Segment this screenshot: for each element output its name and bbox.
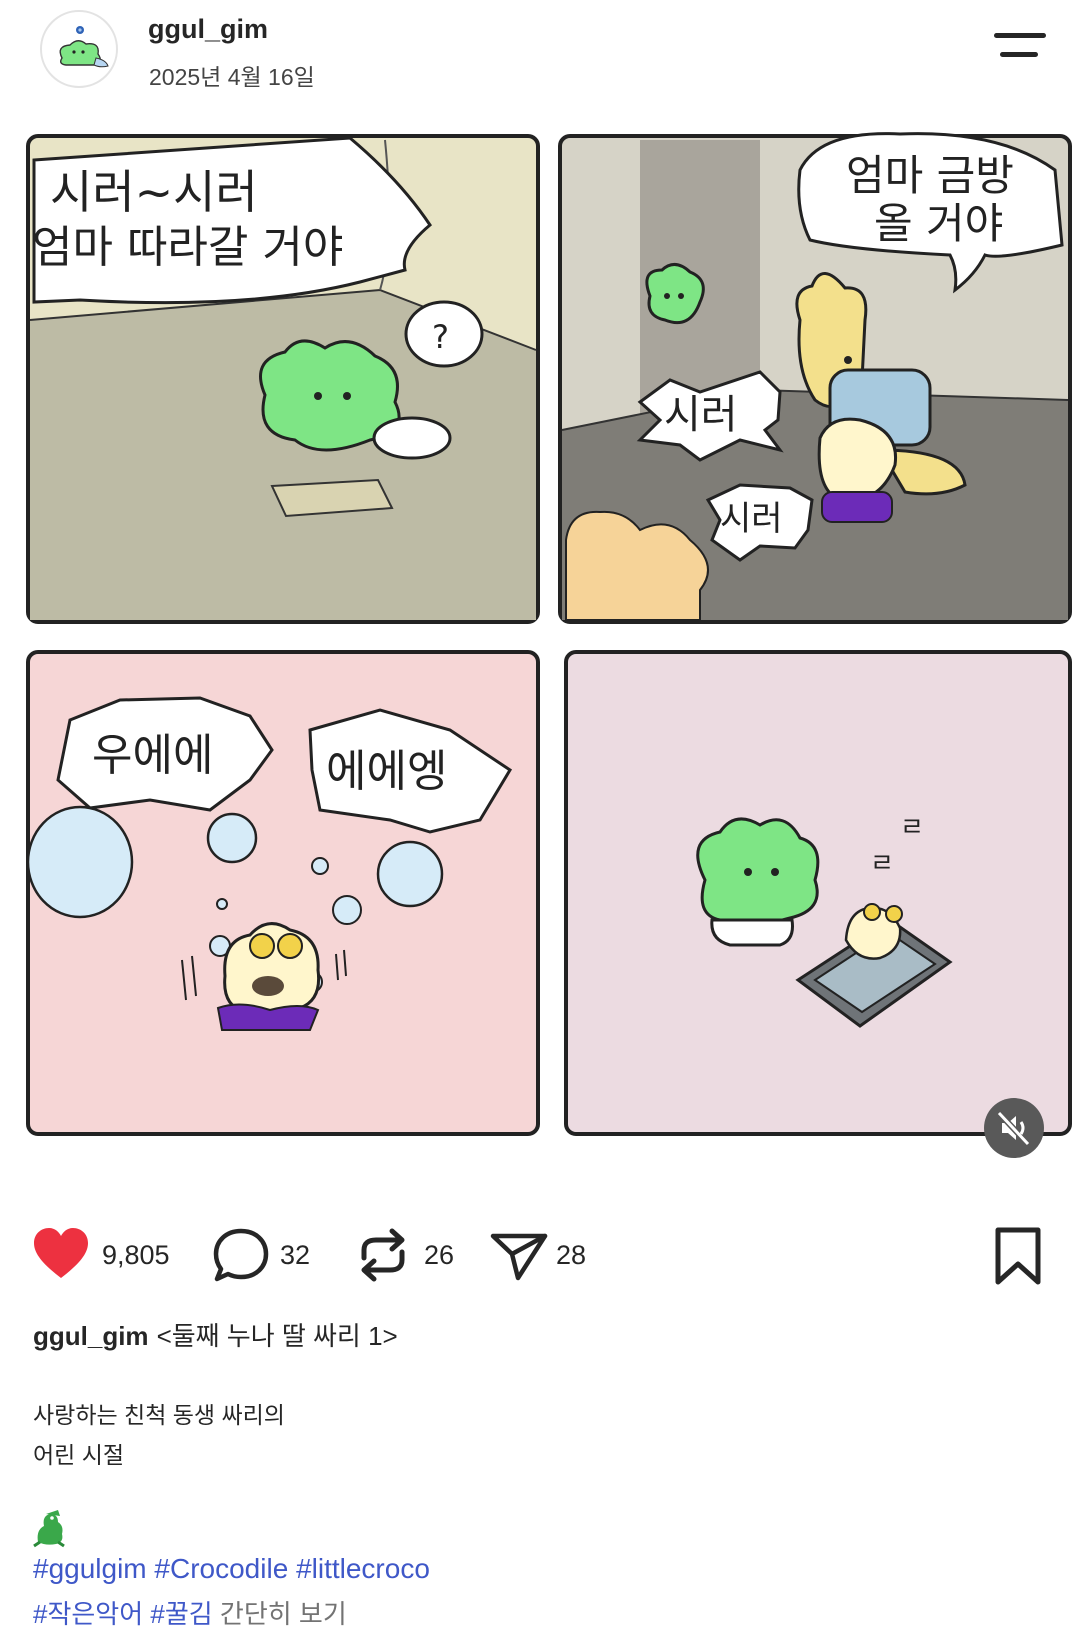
- panel2-bubble-line2: 올 거야: [874, 199, 1003, 248]
- repost-count[interactable]: 26: [424, 1240, 454, 1271]
- panel1-bubble-line1: 시러~시러: [50, 165, 258, 219]
- panel4-snore1: ㄹ: [870, 849, 894, 879]
- hashtag-kkulgim[interactable]: #꿀김: [150, 1599, 212, 1629]
- menu-icon[interactable]: [994, 30, 1050, 66]
- comic-panel-1: 시러~시러 엄마 따라갈 거야 ?: [26, 134, 540, 624]
- panel1-question: ?: [432, 318, 449, 356]
- panel3-shout1: 우에에: [92, 730, 213, 781]
- mute-toggle[interactable]: [984, 1098, 1044, 1158]
- caption-line-2: 어린 시절: [33, 1442, 125, 1468]
- action-bar: 9,805 32 26 28: [0, 1220, 1080, 1290]
- comic-panel-3: 우에에 에에엥: [26, 650, 540, 1136]
- hashtag-ggulgim[interactable]: #ggulgim: [33, 1553, 147, 1584]
- panel2-shout2: 시러: [720, 499, 783, 539]
- post-username[interactable]: ggul_gim: [148, 14, 268, 45]
- panel3-shout2: 에에엥: [326, 746, 447, 797]
- comment-icon[interactable]: [210, 1224, 272, 1286]
- panel1-bubble-line2: 엄마 따라갈 거야: [32, 222, 343, 273]
- avatar[interactable]: [40, 10, 118, 88]
- comic-panel-2: 엄마 금방 올 거야 시러 시러: [558, 132, 1072, 624]
- send-icon[interactable]: [488, 1224, 550, 1286]
- crocodile-avatar-icon: [43, 13, 115, 85]
- panel2-bubble-line1: 엄마 금방: [846, 151, 1014, 200]
- post-header: ggul_gim 2025년 4월 16일: [0, 0, 1080, 120]
- comment-count[interactable]: 32: [280, 1240, 310, 1271]
- speaker-muted-icon: [996, 1110, 1031, 1147]
- hashtags-line-1: #ggulgim #Crocodile #littlecroco: [33, 1553, 430, 1585]
- caption-title-text: <둘째 누나 딸 싸리 1>: [156, 1321, 398, 1351]
- post-date: 2025년 4월 16일: [149, 64, 315, 90]
- caption-title: ggul_gim <둘째 누나 딸 싸리 1>: [33, 1316, 398, 1353]
- comic-image[interactable]: 시러~시러 엄마 따라갈 거야 ? 엄마 금방 올 거야 시러 시러 우에에 에…: [0, 120, 1080, 1190]
- bookmark-icon[interactable]: [990, 1226, 1046, 1286]
- hashtag-crocodile[interactable]: #Crocodile: [154, 1553, 288, 1584]
- hashtag-small-croc[interactable]: #작은악어: [33, 1599, 143, 1629]
- panel4-snore2: ㄹ: [900, 813, 924, 843]
- repost-icon[interactable]: [352, 1224, 414, 1286]
- caption-username[interactable]: ggul_gim: [33, 1321, 149, 1351]
- show-less-link[interactable]: 간단히 보기: [220, 1599, 347, 1629]
- heart-icon[interactable]: [30, 1224, 92, 1286]
- panel2-shout1: 시러: [664, 392, 738, 438]
- crocodile-icon: [33, 1510, 65, 1548]
- hashtag-littlecroco[interactable]: #littlecroco: [296, 1553, 430, 1584]
- like-count[interactable]: 9,805: [102, 1240, 170, 1271]
- caption-line-1: 사랑하는 친척 동생 싸리의: [33, 1402, 285, 1428]
- comic-panel-4: ㄹ ㄹ: [564, 650, 1072, 1136]
- share-count[interactable]: 28: [556, 1240, 586, 1271]
- hashtags-line-2: #작은악어 #꿀김 간단히 보기: [33, 1594, 347, 1631]
